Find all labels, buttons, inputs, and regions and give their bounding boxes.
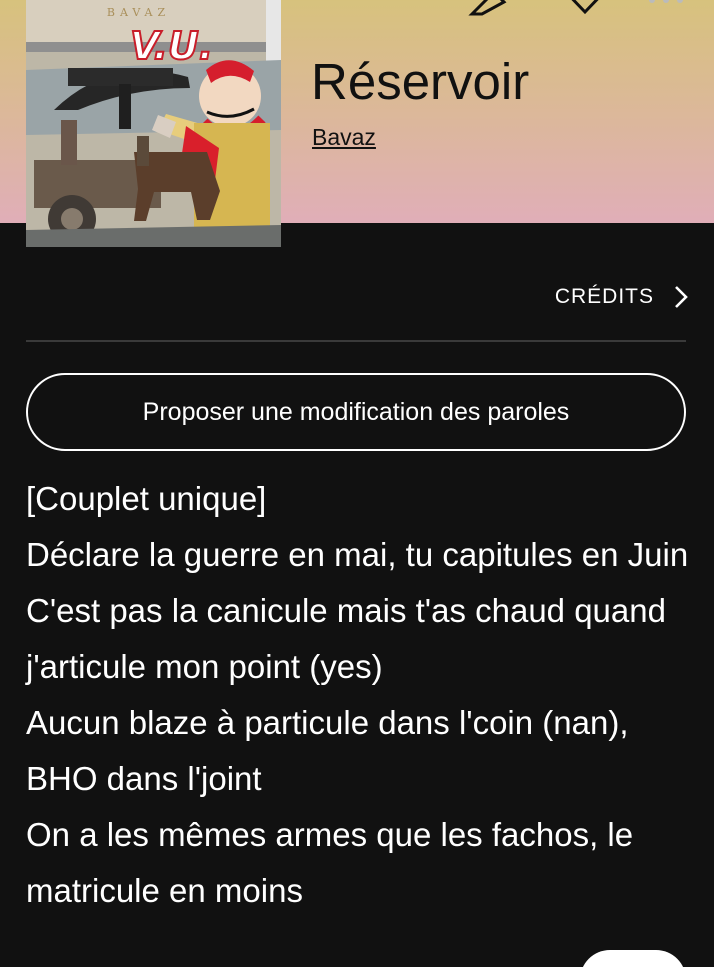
section-divider [26, 340, 686, 342]
lyrics-text: [Couplet unique] Déclare la guerre en ma… [26, 471, 696, 919]
lyric-line: [Couplet unique] [26, 480, 267, 517]
suggest-edit-button[interactable]: Proposer une modification des paroles [26, 373, 686, 451]
floating-action-button[interactable] [580, 950, 686, 967]
song-title: Réservoir [311, 53, 530, 110]
lyric-line: Déclare la guerre en mai, tu capitules e… [26, 536, 689, 573]
credits-label: CRÉDITS [554, 285, 654, 308]
cover-logo: V.U. [129, 23, 214, 69]
album-cover[interactable]: BAVAZ V.U. [26, 0, 281, 247]
pencil-icon[interactable] [464, 0, 512, 16]
lyric-line: On a les mêmes armes que les fachos, le … [26, 816, 634, 909]
heart-icon[interactable] [560, 0, 610, 16]
chevron-right-icon [675, 286, 688, 308]
more-icon[interactable] [646, 0, 686, 8]
cover-artist-text: BAVAZ [106, 6, 171, 19]
credits-link[interactable]: CRÉDITS [555, 285, 688, 309]
lyric-line: Aucun blaze à particule dans l'coin (nan… [26, 704, 629, 797]
artist-link[interactable]: Bavaz [312, 124, 376, 151]
lyric-line: C'est pas la canicule mais t'as chaud qu… [26, 592, 666, 685]
